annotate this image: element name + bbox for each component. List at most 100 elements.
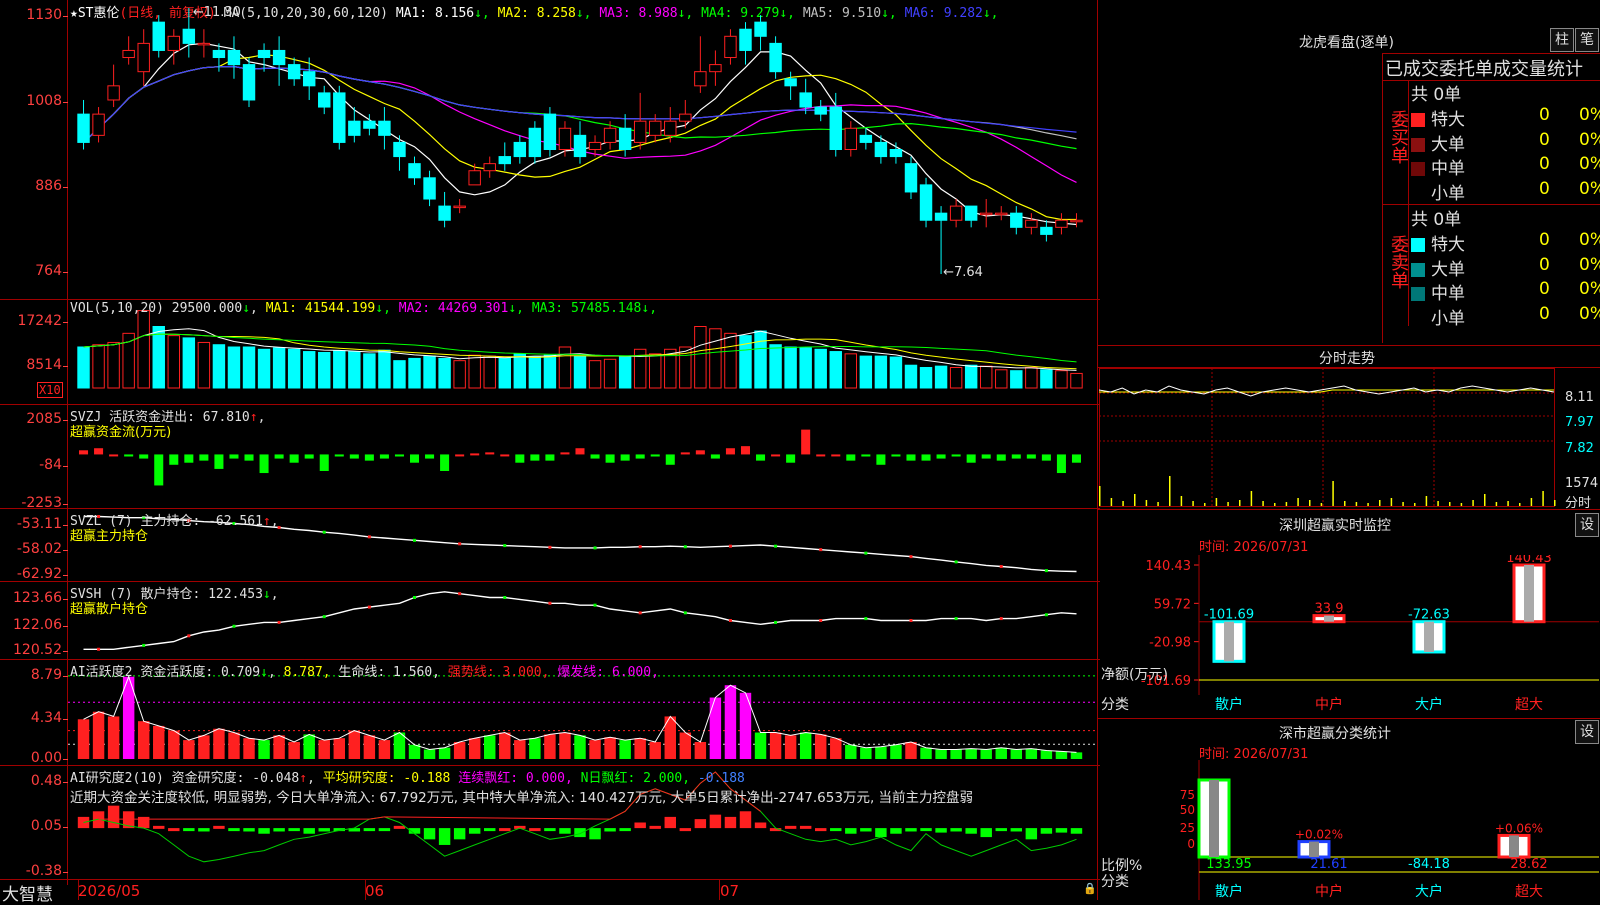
volume-bar [1070,372,1083,389]
date-label: 06 [365,882,385,900]
activity-bar [860,747,872,759]
candle [814,99,827,122]
activity-bar [168,730,180,759]
activity-bar [348,730,361,759]
flow-bar [575,448,585,455]
research-bar [935,828,947,833]
candle-body [904,163,918,193]
flow-bar [756,454,766,461]
candle-body [498,156,511,165]
minute-vol-bar [1274,503,1276,506]
tick-mark [458,592,462,596]
research-bar [107,805,120,829]
flow-bar [229,454,239,459]
flow-bar [936,454,946,459]
tick-mark [683,545,687,549]
volume-bar [242,346,256,389]
order-size-label: 特大 [1431,110,1465,130]
activity-bar [318,740,330,759]
candle-body [137,42,150,73]
order-count: 0 [1539,154,1550,174]
research-bar [153,825,165,829]
bar-pct: +0.06% [1495,821,1543,835]
vol-ma-value: MA1: 41544.199 [265,301,376,316]
volume-bar [874,355,888,389]
research-bar [288,828,300,832]
separator [1098,345,1600,346]
tick-mark [413,538,417,542]
candle [904,156,918,200]
order-count: 0 [1539,178,1550,199]
ai2-title: AI研究度2(10) [70,771,164,786]
research-bar [484,828,496,832]
date-label: 2026/05 [78,882,141,900]
candle-body [889,149,903,158]
svzl-value: -62.561 [208,514,263,529]
minute-vol-bar [1414,503,1416,506]
candle [242,57,256,108]
main-chart-area[interactable]: ★ST惠伦(日线, 前复权) MA(5,10,20,30,60,120) MA1… [0,0,1100,905]
volume-bar [107,341,120,389]
volume-bar [784,346,797,389]
monitor-bar [1512,563,1546,624]
lock-icon[interactable]: 🔒 [1083,882,1097,895]
research-bar [679,828,692,832]
sh-stats-title: 深市超赢分类统计 [1279,726,1391,742]
candle [257,43,271,72]
activity-bar [649,741,661,759]
volume-bar [603,358,617,389]
candle [979,199,993,228]
ai1-title: AI活跃度2 [70,665,133,680]
y-tick-label: 123.66 [13,590,62,606]
tick-mode-button[interactable]: 笔 [1575,28,1599,52]
minute-vol-bar [1297,498,1299,506]
activity-bar [423,749,436,759]
minute-vol-bar [1134,494,1136,506]
sh-stats-chart[interactable]: 7550 25 0 比例%分类 133.95 散户 +0.02% 21.61 中户 -84.18 大… [1099,760,1600,900]
candle-body [348,120,361,136]
volume-bar [333,350,346,389]
activity-bar [769,732,782,759]
candle-body [664,120,677,136]
tick-mark [774,544,778,548]
stats-bar [1297,840,1331,859]
svsh-value-label: 散户持仓: [140,587,201,602]
candlestick-chart[interactable]: ←11.30 ←7.64 [68,0,1096,299]
minute-vol-bar [1472,500,1474,506]
svsh-subtitle: 超赢散户持仓 [70,602,149,617]
activity-bar [228,732,240,759]
research-bar [544,828,556,832]
bar-mode-button[interactable]: 柱 [1550,28,1574,52]
candle [393,135,406,171]
vol-header: VOL(5,10,20) 29500.000↓, MA1: 41544.199↓… [70,301,658,316]
flow-bar [861,454,871,457]
candle-body [453,205,466,209]
ai2-value: -0.048 [252,771,300,786]
volume-bar [257,348,271,389]
candle [633,92,647,150]
research-bar [920,828,932,832]
minute-vol-bar [1449,502,1451,506]
settings-button[interactable]: 设 [1575,513,1599,537]
ai1-extra-item: 生命线: 1.560, [338,665,448,680]
tick-mark [548,545,552,549]
minute-chart[interactable] [1099,368,1564,508]
flow-bar [876,454,886,465]
sz-monitor-chart[interactable]: 140.4359.72-20.98-101.69净额(万元)分类-101.69散… [1099,555,1600,715]
candle-body [934,212,948,221]
candle [1070,213,1083,228]
research-bar [604,828,616,832]
flow-bar [94,448,104,455]
activity-bar [273,735,285,759]
order-count: 0 [1539,254,1550,275]
y-tick-label: -2253 [21,495,62,511]
candle-body [618,127,632,150]
total-count: 共 0单 [1411,210,1462,230]
tick-mark [593,603,597,607]
minute-vol-bar [1169,476,1171,506]
activity-bar [754,732,767,759]
y-tick-label: 0.00 [30,750,62,766]
candle-body [408,163,421,179]
tick-mark [864,617,868,621]
settings-button[interactable]: 设 [1575,720,1599,744]
